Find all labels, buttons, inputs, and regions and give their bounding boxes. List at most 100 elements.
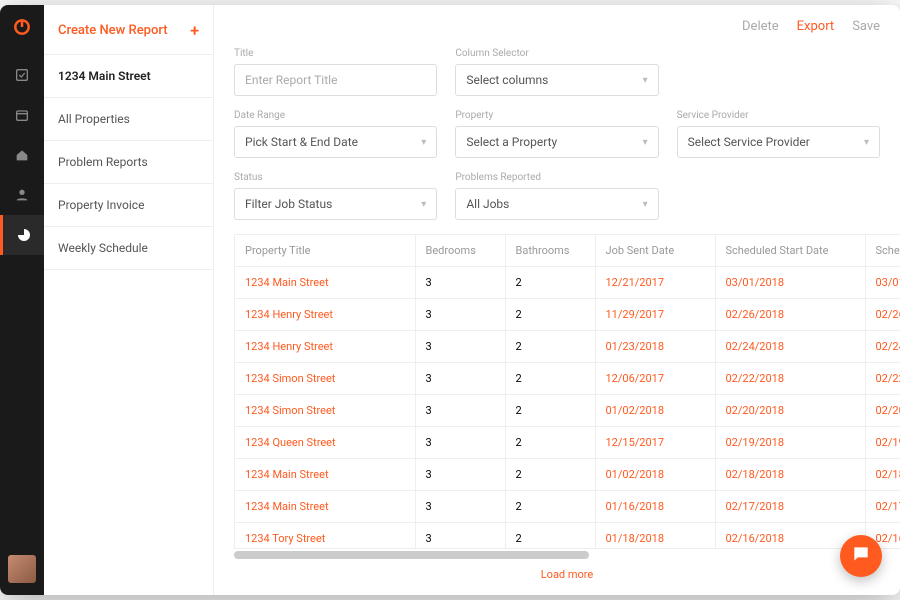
table-row[interactable]: 1234 Main Street3201/16/201802/17/201802… (235, 491, 900, 523)
table-header-row: Property Title Bedrooms Bathrooms Job Se… (235, 235, 900, 267)
avatar[interactable] (8, 555, 36, 583)
logo-icon (12, 17, 32, 37)
cell-property-title[interactable]: 1234 Simon Street (235, 363, 415, 395)
col-bathrooms[interactable]: Bathrooms (505, 235, 595, 267)
cell-sent-date: 01/16/2018 (595, 491, 715, 523)
column-selector[interactable]: Select columns ▾ (455, 64, 658, 96)
table-row[interactable]: 1234 Tory Street3201/18/201802/16/201802… (235, 523, 900, 549)
cell-end-date: 02/18/2018 (865, 459, 900, 491)
cell-property-title[interactable]: 1234 Main Street (235, 267, 415, 299)
cell-sent-date: 01/23/2018 (595, 331, 715, 363)
cell-end-date: 02/19/2018 (865, 427, 900, 459)
problems-select[interactable]: All Jobs ▾ (455, 188, 658, 220)
cell-property-title[interactable]: 1234 Main Street (235, 491, 415, 523)
service-provider-label: Service Provider (677, 110, 880, 121)
scrollbar-thumb[interactable] (234, 551, 589, 559)
field-status: Status Filter Job Status ▾ (234, 172, 437, 220)
status-value: Filter Job Status (245, 197, 332, 211)
col-scheduled-end[interactable]: Scheduled End Date (865, 235, 900, 267)
cell-property-title[interactable]: 1234 Main Street (235, 459, 415, 491)
status-label: Status (234, 172, 437, 183)
cell-end-date: 02/17/2018 (865, 491, 900, 523)
table-row[interactable]: 1234 Main Street3201/02/201802/18/201802… (235, 459, 900, 491)
table-row[interactable]: 1234 Main Street3212/21/201703/01/201803… (235, 267, 900, 299)
rail-item-checklist[interactable] (0, 55, 44, 95)
rail-item-user[interactable] (0, 175, 44, 215)
main-panel: Delete Export Save Title Column Selector… (214, 5, 900, 595)
field-service-provider: Service Provider Select Service Provider… (677, 110, 880, 158)
service-provider-select[interactable]: Select Service Provider ▾ (677, 126, 880, 158)
cell-bathrooms: 2 (505, 363, 595, 395)
nav-rail (0, 5, 44, 595)
rail-item-home[interactable] (0, 135, 44, 175)
cell-bathrooms: 2 (505, 267, 595, 299)
cell-property-title[interactable]: 1234 Queen Street (235, 427, 415, 459)
export-button[interactable]: Export (797, 19, 835, 34)
field-property: Property Select a Property ▾ (455, 110, 658, 158)
cell-bedrooms: 3 (415, 299, 505, 331)
field-column-selector: Column Selector Select columns ▾ (455, 48, 658, 96)
table-row[interactable]: 1234 Simon Street3212/06/201702/22/20180… (235, 363, 900, 395)
cell-bedrooms: 3 (415, 427, 505, 459)
chevron-down-icon: ▾ (643, 75, 648, 86)
col-property-title[interactable]: Property Title (235, 235, 415, 267)
title-input-wrapper (234, 64, 437, 96)
horizontal-scrollbar[interactable] (234, 551, 880, 558)
load-more-button[interactable]: Load more (234, 558, 900, 595)
topbar: Delete Export Save (214, 5, 900, 48)
field-problems-reported: Problems Reported All Jobs ▾ (455, 172, 658, 220)
cell-start-date: 02/22/2018 (715, 363, 865, 395)
cell-sent-date: 01/02/2018 (595, 459, 715, 491)
col-scheduled-start[interactable]: Scheduled Start Date (715, 235, 865, 267)
sidebar-item[interactable]: 1234 Main Street (44, 55, 213, 98)
cell-bedrooms: 3 (415, 395, 505, 427)
plus-icon: + (190, 21, 199, 40)
status-select[interactable]: Filter Job Status ▾ (234, 188, 437, 220)
sidebar-item[interactable]: Property Invoice (44, 184, 213, 227)
field-title: Title (234, 48, 437, 96)
create-report-button[interactable]: Create New Report + (44, 5, 213, 55)
filters: Title Column Selector Select columns ▾ D… (214, 48, 900, 234)
cell-property-title[interactable]: 1234 Tory Street (235, 523, 415, 549)
cell-property-title[interactable]: 1234 Henry Street (235, 331, 415, 363)
col-job-sent-date[interactable]: Job Sent Date (595, 235, 715, 267)
table-row[interactable]: 1234 Henry Street3211/29/201702/26/20180… (235, 299, 900, 331)
cell-sent-date: 12/06/2017 (595, 363, 715, 395)
cell-start-date: 02/26/2018 (715, 299, 865, 331)
title-input[interactable] (245, 65, 426, 95)
cell-start-date: 02/19/2018 (715, 427, 865, 459)
cell-sent-date: 01/02/2018 (595, 395, 715, 427)
results-table: Property Title Bedrooms Bathrooms Job Se… (235, 235, 900, 549)
title-label: Title (234, 48, 437, 59)
cell-bathrooms: 2 (505, 427, 595, 459)
date-range-select[interactable]: Pick Start & End Date ▾ (234, 126, 437, 158)
column-selector-value: Select columns (466, 73, 548, 87)
cell-property-title[interactable]: 1234 Henry Street (235, 299, 415, 331)
cell-bedrooms: 3 (415, 267, 505, 299)
save-button[interactable]: Save (852, 19, 880, 34)
delete-button[interactable]: Delete (742, 19, 779, 34)
sidebar-item[interactable]: All Properties (44, 98, 213, 141)
rail-item-calendar[interactable] (0, 95, 44, 135)
cell-sent-date: 01/18/2018 (595, 523, 715, 549)
col-bedrooms[interactable]: Bedrooms (415, 235, 505, 267)
sidebar-item[interactable]: Problem Reports (44, 141, 213, 184)
rail-item-reports[interactable] (0, 215, 44, 255)
results-table-area: Property Title Bedrooms Bathrooms Job Se… (214, 234, 900, 595)
cell-start-date: 02/18/2018 (715, 459, 865, 491)
chevron-down-icon: ▾ (421, 137, 426, 148)
cell-end-date: 02/26/2018 (865, 299, 900, 331)
property-select[interactable]: Select a Property ▾ (455, 126, 658, 158)
results-table-scroll[interactable]: Property Title Bedrooms Bathrooms Job Se… (234, 234, 900, 549)
column-selector-label: Column Selector (455, 48, 658, 59)
cell-end-date: 02/24/2018 (865, 331, 900, 363)
sidebar-item[interactable]: Weekly Schedule (44, 227, 213, 270)
table-row[interactable]: 1234 Simon Street3201/02/201802/20/20180… (235, 395, 900, 427)
cell-sent-date: 11/29/2017 (595, 299, 715, 331)
table-row[interactable]: 1234 Queen Street3212/15/201702/19/20180… (235, 427, 900, 459)
table-row[interactable]: 1234 Henry Street3201/23/201802/24/20180… (235, 331, 900, 363)
cell-property-title[interactable]: 1234 Simon Street (235, 395, 415, 427)
cell-sent-date: 12/15/2017 (595, 427, 715, 459)
cell-start-date: 02/20/2018 (715, 395, 865, 427)
chat-fab[interactable] (840, 535, 882, 577)
